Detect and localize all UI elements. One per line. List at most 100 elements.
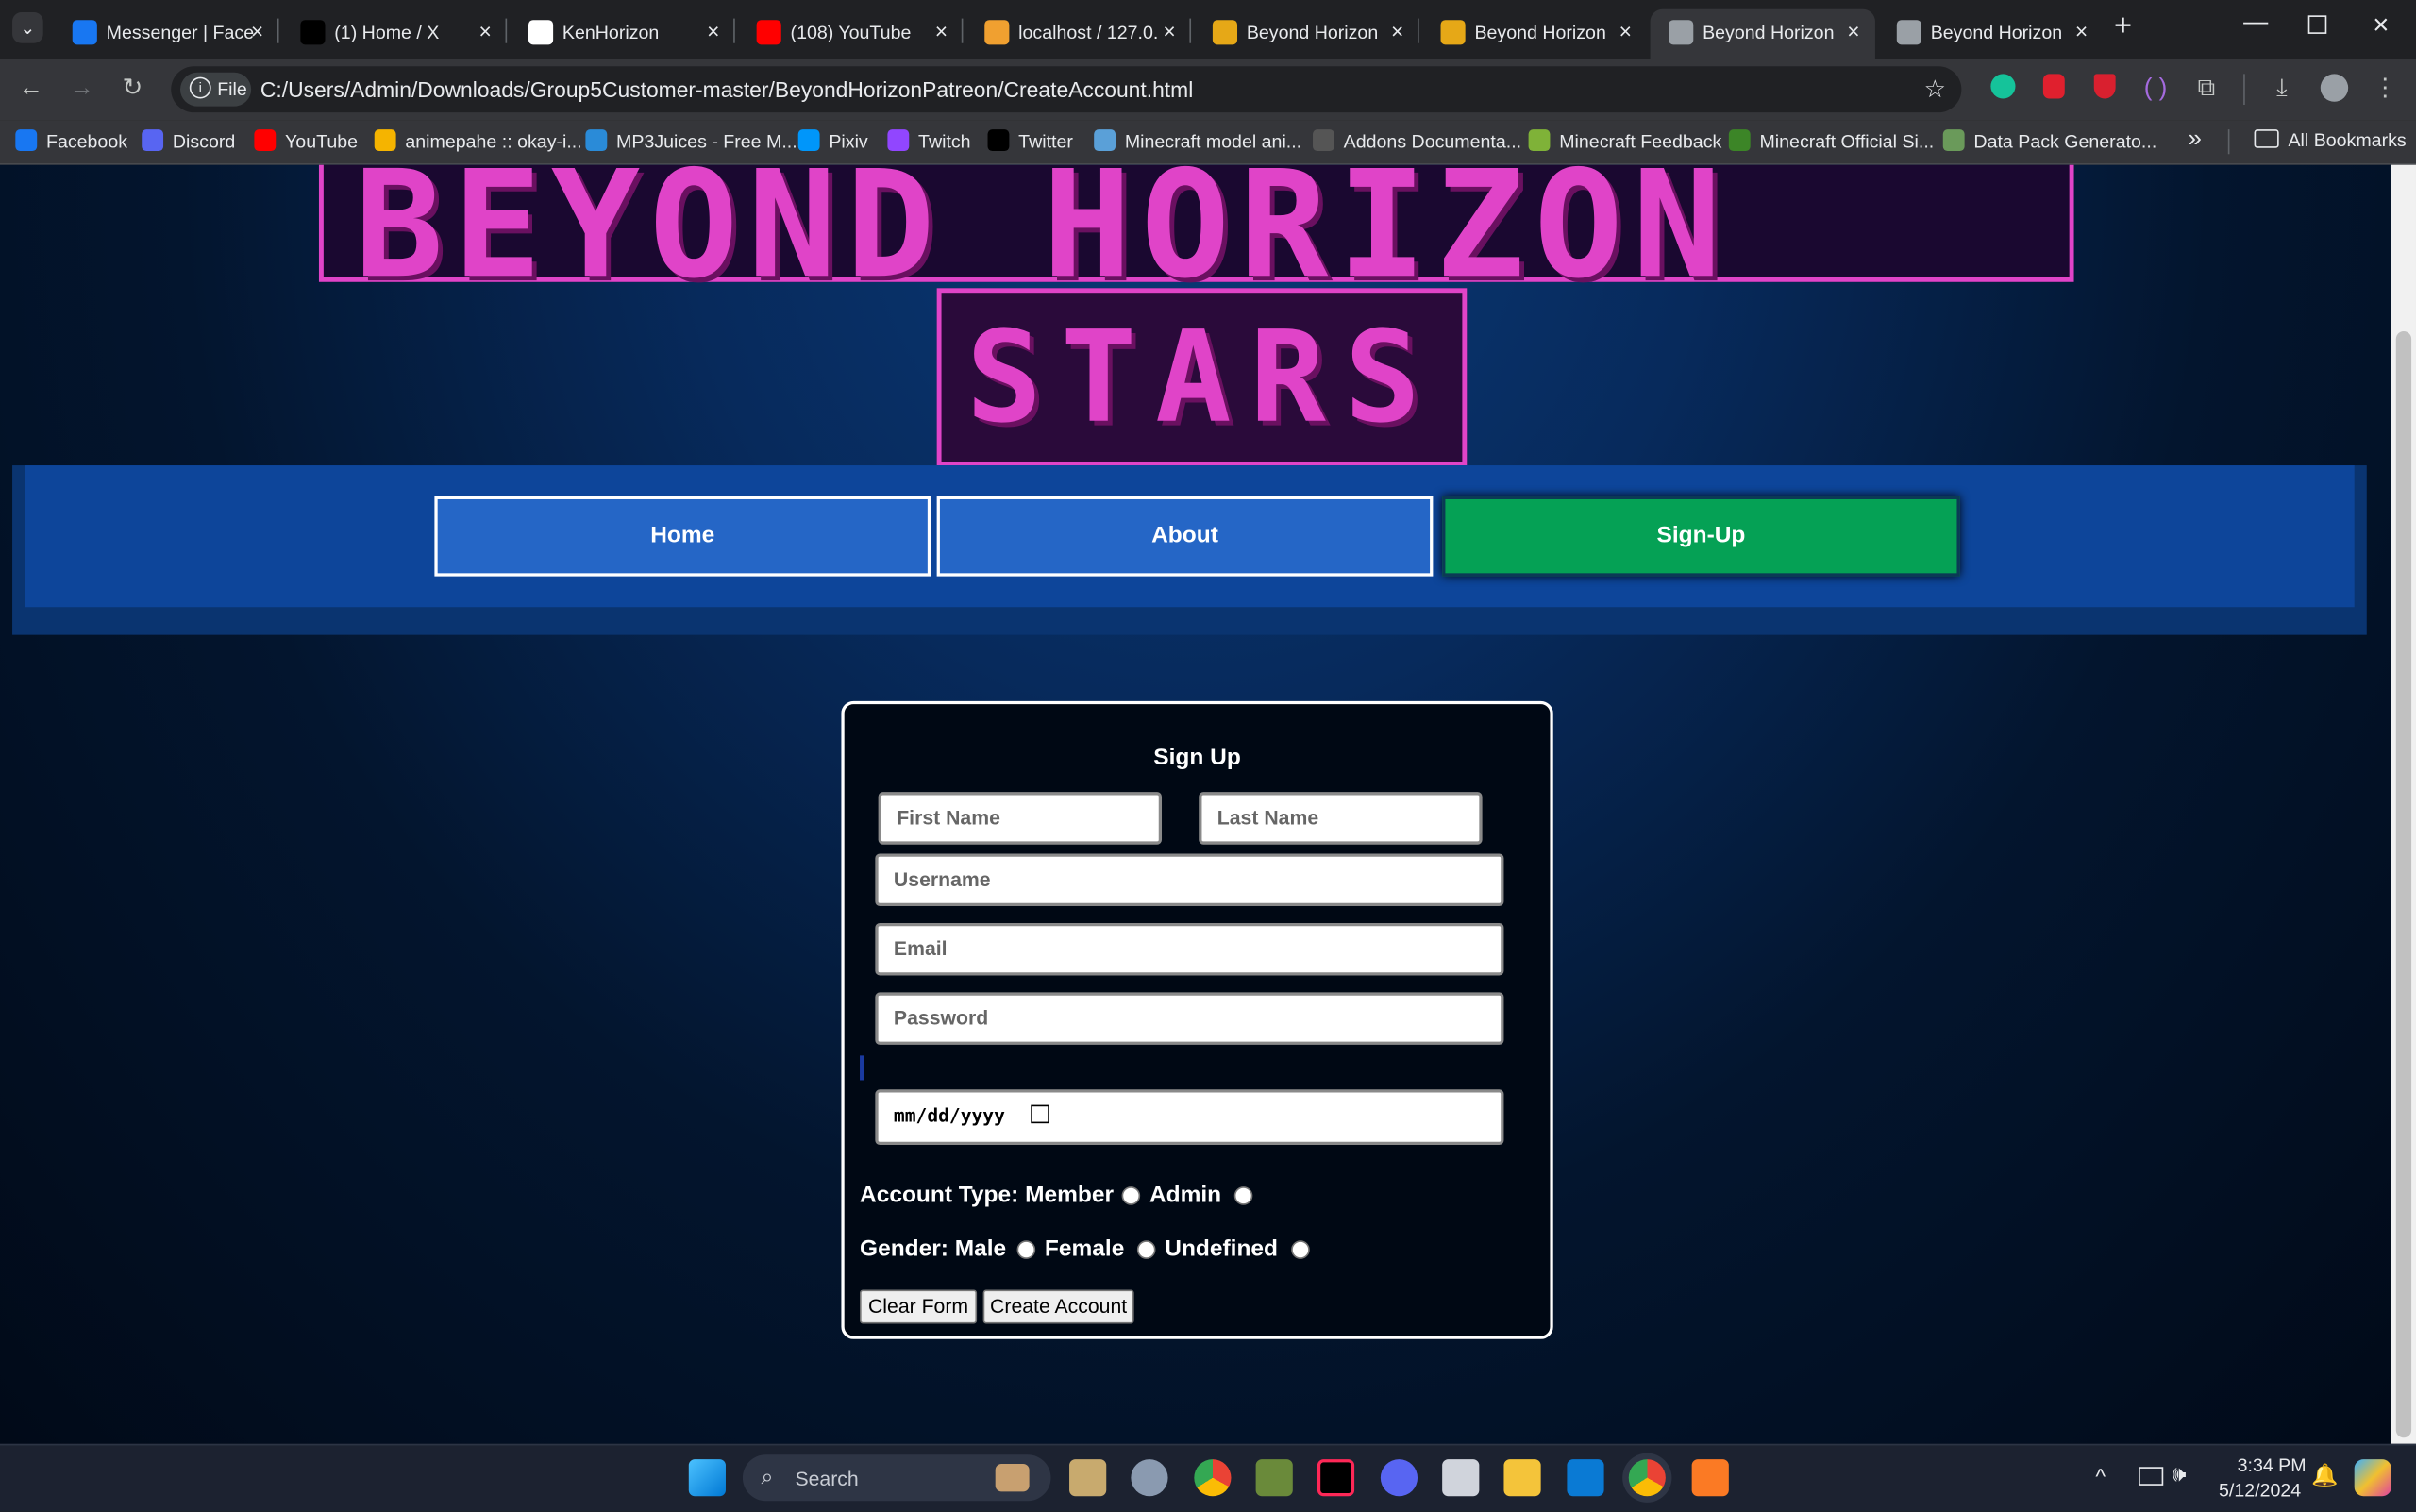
restore-button[interactable] — [2307, 15, 2327, 34]
tab-close-icon[interactable]: × — [478, 19, 491, 43]
chrome-active-app-icon[interactable] — [1628, 1459, 1666, 1497]
bookmark-item[interactable]: MP3Juices - Free M... — [585, 129, 797, 153]
tray-chevron-icon[interactable]: ^ — [2095, 1464, 2106, 1488]
bookmark-item[interactable]: Twitter — [987, 129, 1073, 153]
back-arrow-icon[interactable]: ← — [15, 74, 46, 105]
forward-arrow-icon[interactable]: → — [66, 74, 97, 105]
league-app-icon[interactable] — [1069, 1459, 1107, 1497]
stars-banner-text: STARS — [965, 305, 1439, 452]
bookmark-star-icon[interactable]: ☆ — [1924, 74, 1946, 105]
close-window-button[interactable]: × — [2373, 9, 2389, 42]
clock-date[interactable]: 5/12/2024 — [2219, 1479, 2301, 1501]
site-info-chip[interactable]: i File — [180, 72, 252, 107]
first-name-input[interactable]: First Name — [878, 792, 1163, 845]
username-input[interactable]: Username — [875, 853, 1504, 906]
java-app-icon[interactable] — [1442, 1459, 1480, 1497]
windows-start-icon[interactable] — [688, 1459, 726, 1497]
download-icon[interactable]: ⤓ — [2267, 74, 2298, 105]
gender-undefined-radio[interactable] — [1291, 1240, 1310, 1259]
minimize-button[interactable]: — — [2243, 9, 2268, 37]
gender-male-radio[interactable] — [1016, 1240, 1036, 1259]
new-tab-button[interactable]: + — [2114, 9, 2132, 45]
browser-tab[interactable]: KenHorizon × — [510, 9, 734, 59]
grammarly-extension-icon[interactable] — [1988, 74, 2019, 105]
nav-home-button[interactable]: Home — [434, 496, 931, 577]
gender-undefined-label: Undefined — [1165, 1235, 1279, 1263]
tab-close-icon[interactable]: × — [2075, 19, 2088, 43]
tab-close-icon[interactable]: × — [1391, 19, 1403, 43]
tab-title: Beyond Horizon — [1930, 21, 2063, 43]
settings-gear-icon[interactable] — [1131, 1459, 1168, 1497]
deer-search-highlight-icon — [995, 1464, 1030, 1492]
ublock-extension-icon[interactable] — [2038, 74, 2070, 105]
tab-close-icon[interactable]: × — [707, 19, 719, 43]
account-member-radio[interactable] — [1121, 1186, 1141, 1205]
browser-tab[interactable]: Messenger | Face × — [54, 9, 278, 59]
bookmarks-overflow-icon[interactable]: » — [2188, 126, 2202, 154]
browser-tab[interactable]: Beyond Horizon × — [1878, 9, 2103, 59]
tab-title: Messenger | Face — [106, 21, 255, 43]
clear-form-button[interactable]: Clear Form — [860, 1289, 978, 1324]
browser-tab[interactable]: localhost / 127.0. × — [966, 9, 1191, 59]
tab-close-icon[interactable]: × — [1847, 19, 1859, 43]
scrollbar-thumb[interactable] — [2395, 331, 2412, 1438]
notification-bell-icon[interactable]: 🔔 — [2311, 1462, 2338, 1488]
bookmark-item[interactable]: YouTube — [254, 129, 358, 153]
nav-about-button[interactable]: About — [936, 496, 1434, 577]
tab-search-chevron-icon[interactable]: ⌄ — [12, 12, 43, 43]
text-cursor-marker — [860, 1055, 864, 1081]
taskbar-search[interactable]: ⌕ Search — [742, 1454, 1051, 1502]
email-input[interactable]: Email — [875, 922, 1504, 976]
menu-kebab-icon[interactable]: ⋮ — [2370, 74, 2401, 105]
browser-tab[interactable]: Beyond Horizon × — [1650, 8, 1875, 59]
bookmark-item[interactable]: Addons Documenta... — [1313, 129, 1521, 153]
copilot-icon[interactable] — [2354, 1459, 2391, 1497]
volume-icon[interactable]: 🕪 — [2173, 1461, 2186, 1487]
address-bar[interactable]: i File C:/Users/Admin/Downloads/Group5Cu… — [171, 66, 1962, 113]
bookmark-item[interactable]: Discord — [142, 129, 235, 153]
shield-extension-icon[interactable] — [2089, 74, 2121, 105]
tab-close-icon[interactable]: × — [1163, 19, 1175, 43]
browser-tab[interactable]: Beyond Horizon × — [1194, 9, 1418, 59]
extensions-puzzle-icon[interactable]: ⧉ — [2191, 74, 2223, 105]
tab-close-icon[interactable]: × — [251, 19, 263, 43]
file-explorer-icon[interactable] — [1503, 1459, 1541, 1497]
bookmark-item[interactable]: Minecraft Feedback — [1528, 129, 1722, 153]
bookmark-item[interactable]: Facebook — [15, 129, 127, 153]
minecraft-app-icon[interactable] — [1255, 1459, 1293, 1497]
password-input[interactable]: Password — [875, 992, 1504, 1045]
browser-tab[interactable]: Beyond Horizon × — [1422, 9, 1647, 59]
tab-close-icon[interactable]: × — [935, 19, 948, 43]
all-bookmarks-button[interactable]: All Bookmarks — [2254, 129, 2407, 151]
bookmark-item[interactable]: animepahe :: okay-i... — [374, 129, 582, 153]
page-scrollbar[interactable] — [2391, 164, 2416, 1444]
clock-time[interactable]: 3:34 PM — [2238, 1454, 2307, 1476]
bookmark-item[interactable]: Pixiv — [797, 129, 868, 153]
bookmark-item[interactable]: Minecraft model ani... — [1094, 129, 1301, 153]
reload-icon[interactable]: ↻ — [117, 74, 148, 105]
intellij-app-icon[interactable] — [1317, 1459, 1355, 1497]
profile-avatar-icon[interactable] — [2319, 74, 2350, 105]
bookmark-item[interactable]: Data Pack Generato... — [1942, 129, 2156, 153]
bookmark-item[interactable]: Minecraft Official Si... — [1728, 129, 1934, 153]
bookmark-item[interactable]: Twitch — [887, 129, 971, 153]
last-name-input[interactable]: Last Name — [1199, 792, 1483, 845]
vscode-app-icon[interactable] — [1567, 1459, 1604, 1497]
create-account-button[interactable]: Create Account — [982, 1289, 1134, 1324]
xampp-app-icon[interactable] — [1691, 1459, 1729, 1497]
tab-close-icon[interactable]: × — [1619, 19, 1632, 43]
tab-separator — [733, 18, 735, 43]
network-icon[interactable] — [2139, 1467, 2164, 1486]
browser-tab[interactable]: (108) YouTube × — [738, 9, 963, 59]
brackets-extension-icon[interactable]: ( ) — [2140, 74, 2172, 105]
discord-app-icon[interactable] — [1380, 1459, 1418, 1497]
account-admin-radio[interactable] — [1233, 1186, 1253, 1205]
url-text: C:/Users/Admin/Downloads/Group5Customer-… — [260, 76, 1194, 102]
browser-tab[interactable]: (1) Home / X × — [282, 9, 507, 59]
calendar-icon[interactable] — [1032, 1104, 1050, 1124]
chrome-app-icon[interactable] — [1194, 1459, 1232, 1497]
gender-female-radio[interactable] — [1136, 1240, 1156, 1259]
birthdate-input[interactable]: mm/dd/yyyy — [875, 1089, 1504, 1146]
bookmark-label: Minecraft Feedback — [1559, 130, 1722, 153]
nav-signup-button[interactable]: Sign-Up — [1442, 496, 1960, 577]
